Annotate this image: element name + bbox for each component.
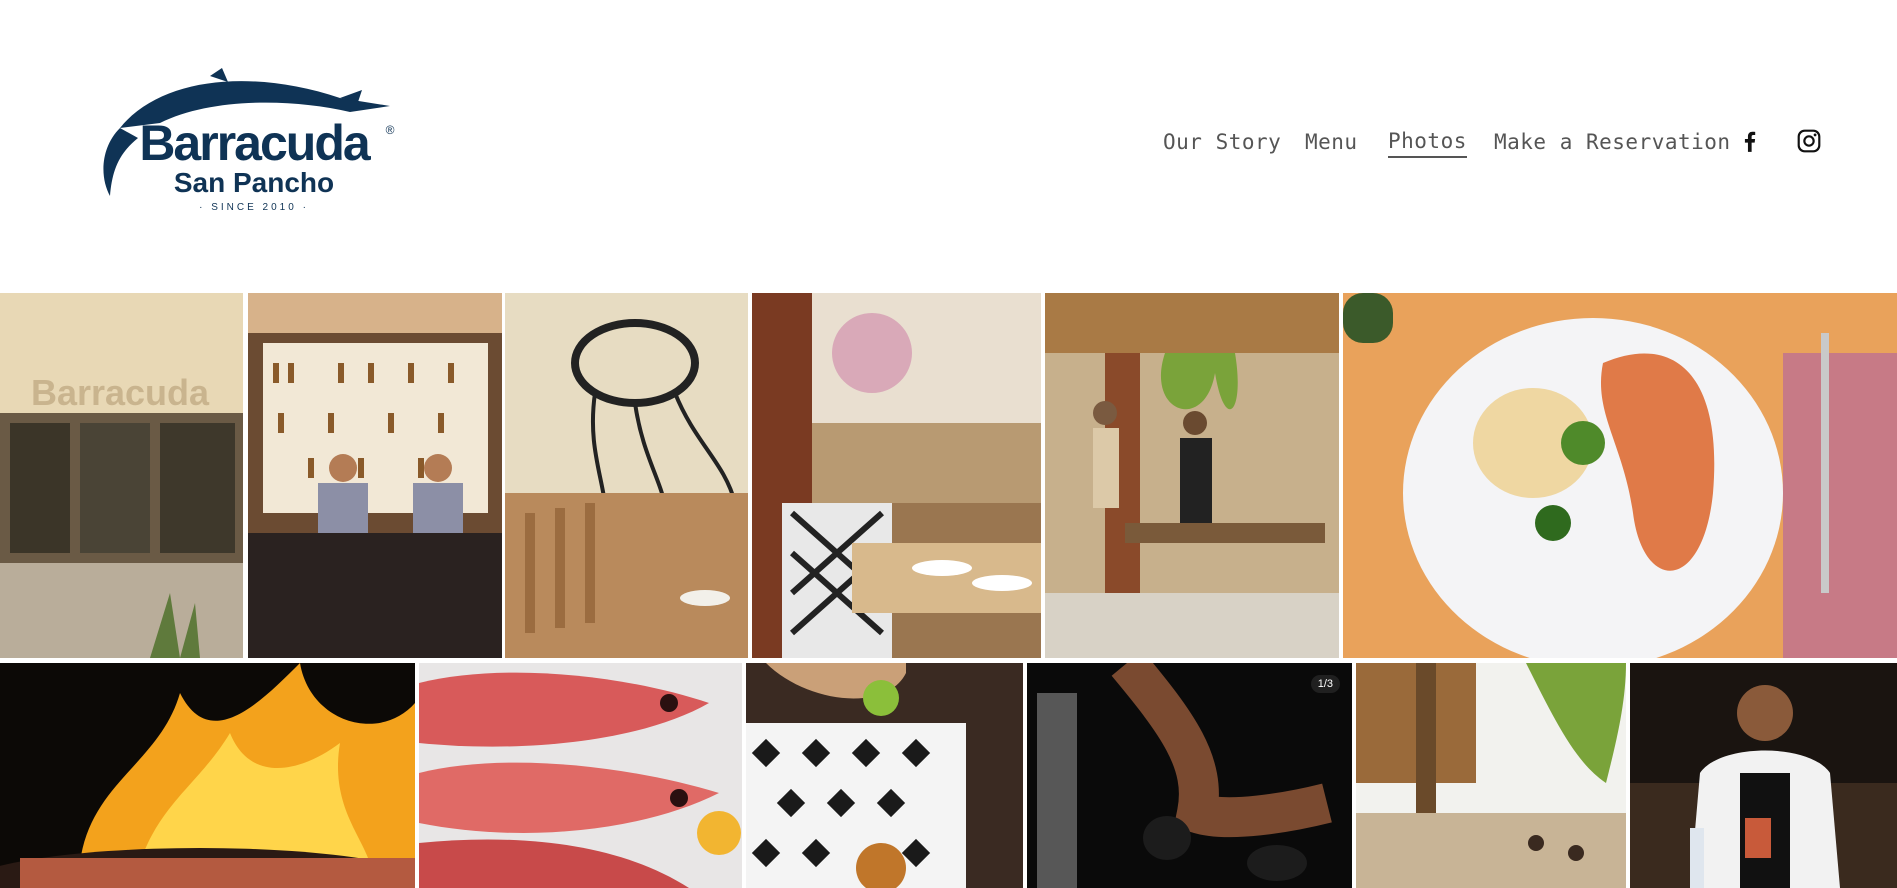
- photo-interior-mural[interactable]: [505, 293, 748, 658]
- slideshow-counter: 1/3: [1310, 675, 1340, 693]
- photo-lobster-plate[interactable]: [1343, 293, 1897, 658]
- photo-lime-squeeze[interactable]: [746, 663, 1023, 888]
- photo-patio-chairs[interactable]: [752, 293, 1041, 658]
- nav-our-story[interactable]: Our Story: [1163, 126, 1281, 158]
- photo-palapa-dining[interactable]: [1356, 663, 1626, 888]
- site-header: Barracuda ® San Pancho · SINCE 2010 · Ou…: [0, 0, 1897, 292]
- nav-menu[interactable]: Menu: [1305, 126, 1358, 158]
- photo-restaurant-exterior[interactable]: Barracuda: [0, 293, 243, 658]
- logo-tagline: · SINCE 2010 ·: [199, 202, 309, 213]
- photo-flame-grill[interactable]: [0, 663, 415, 888]
- exterior-sign: Barracuda: [31, 372, 210, 413]
- facebook-icon[interactable]: [1737, 128, 1763, 154]
- photo-terrace-guests[interactable]: [1045, 293, 1339, 658]
- nav-photos[interactable]: Photos: [1388, 126, 1467, 158]
- photo-chef-cocktail[interactable]: [1630, 663, 1897, 888]
- nav-make-a-reservation[interactable]: Make a Reservation: [1494, 126, 1731, 158]
- photo-bar-bartenders[interactable]: [248, 293, 502, 658]
- main-nav: Our Story Menu Photos Make a Reservation: [0, 126, 1897, 158]
- photo-mezcal-pour[interactable]: 1/3: [1027, 663, 1352, 888]
- logo-subtitle: San Pancho: [174, 167, 334, 198]
- instagram-icon[interactable]: [1796, 128, 1822, 154]
- photo-red-snapper[interactable]: [419, 663, 742, 888]
